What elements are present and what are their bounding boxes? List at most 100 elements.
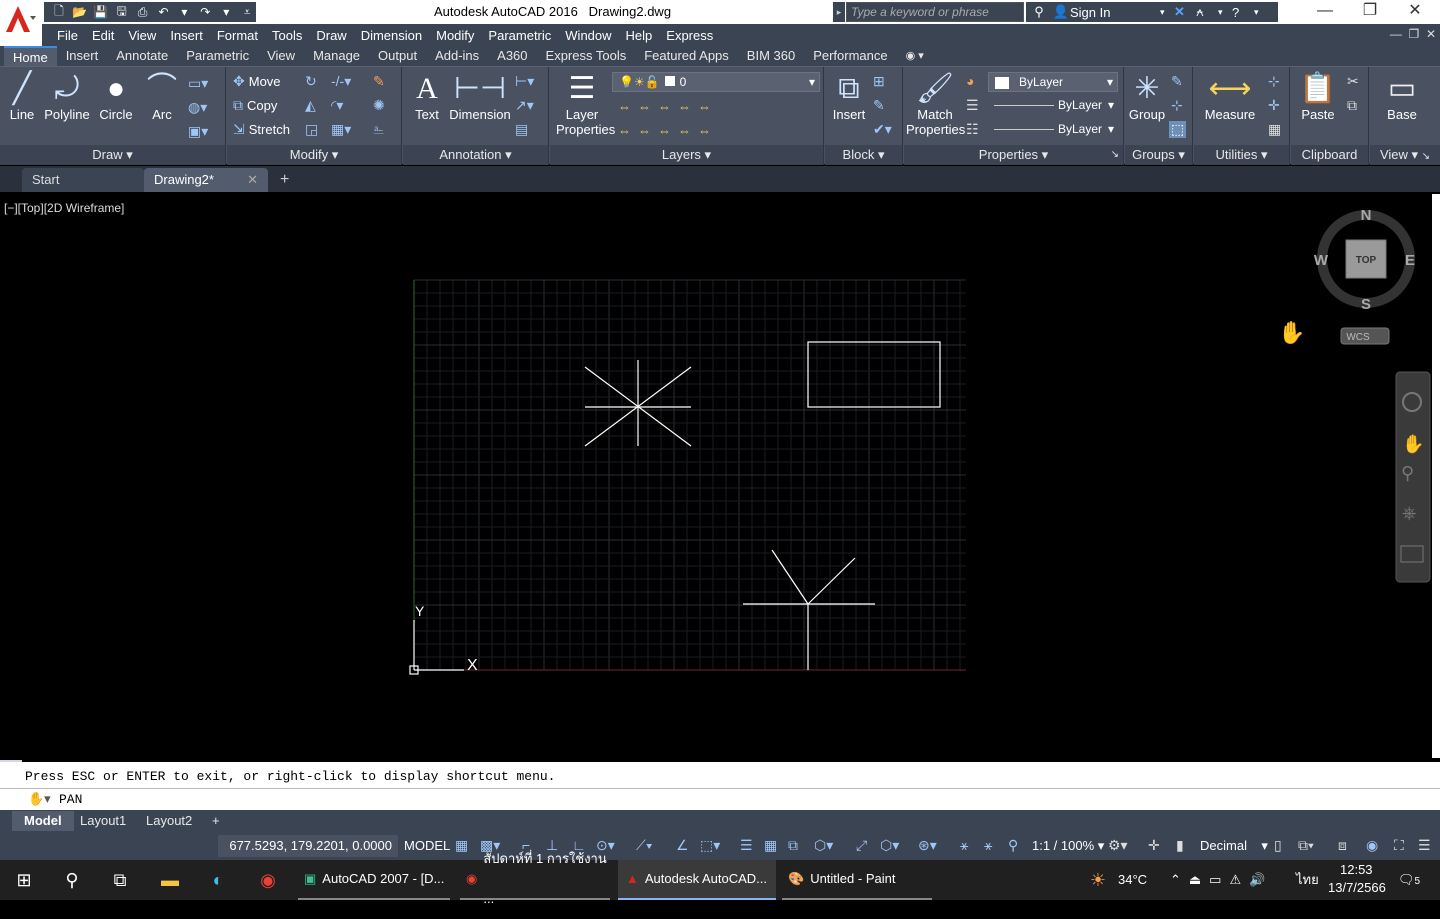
properties-launcher-icon[interactable]: ↘ [1111,145,1119,165]
edit-attributes-button[interactable]: ✔▾ [873,121,892,138]
polyline-button[interactable]: ⤾ Polyline [42,71,92,122]
menu-help[interactable]: Help [619,28,660,43]
selection-cycling-icon[interactable]: ⧉ [788,837,798,854]
layout-tab-layout2[interactable]: Layout2 [134,811,204,831]
undo-dropdown-icon[interactable]: ▾ [175,5,193,19]
taskbar-app-autocad-2007[interactable]: ▣ AutoCAD 2007 - [D... [298,860,450,900]
save-as-icon[interactable]: 🖫 [113,2,131,23]
layout-tab-model[interactable]: Model [12,811,74,831]
quick-select-button[interactable]: ⊹ [1268,73,1280,90]
text-button[interactable]: A Text [409,71,445,122]
ribbon-minimize-icon[interactable]: ◉ ▾ [897,46,933,66]
nav-pan-icon[interactable]: ✋ [1402,433,1424,454]
save-icon[interactable]: 💾 [92,5,110,19]
circle-button[interactable]: ● Circle [96,71,136,122]
redo-dropdown-icon[interactable]: ▾ [217,5,235,19]
menu-window[interactable]: Window [558,28,618,43]
panel-title-modify[interactable]: Modify ▾ [227,145,401,165]
print-icon[interactable]: ⎙ [134,5,152,20]
gizmo-icon[interactable]: ⊛▾ [918,837,937,854]
notification-center[interactable]: 🗨5 [1398,869,1420,891]
vertical-scroll-strip[interactable] [1432,194,1440,758]
units-dropdown[interactable]: Decimal ▾ [1200,835,1268,857]
explode-button[interactable]: ✺ [373,97,385,114]
lineweight-icon-button[interactable]: ☰ [966,97,979,114]
group-edit-button[interactable]: ⊹ [1171,97,1183,114]
application-menu-button[interactable] [0,0,42,46]
panel-title-properties[interactable]: Properties ▾ ↘ [904,145,1123,165]
a360-icon[interactable]: ⍲ [1196,4,1218,20]
annotation-visibility-icon[interactable]: ⚹ [960,837,968,854]
arc-button[interactable]: ⌒ Arc [142,71,182,122]
tab-performance[interactable]: Performance [804,46,896,66]
tab-add-ins[interactable]: Add-ins [426,46,488,66]
close-button[interactable]: ✕ [1392,0,1438,24]
layer-properties-button[interactable]: ☰ Layer Properties [556,71,615,137]
panel-title-block[interactable]: Block ▾ [825,145,902,165]
clean-screen-icon[interactable]: ⛶ [1394,837,1404,854]
add-layout-button[interactable]: + [200,811,232,831]
paste-button[interactable]: 📋 Paste [1297,71,1339,122]
new-tab-button[interactable]: + [274,168,298,192]
undo-icon[interactable]: ↶ [155,5,173,19]
erase-button[interactable]: ✎ [373,73,385,90]
viewport-controls-label[interactable]: [−][Top][2D Wireframe] [4,201,124,215]
y-shape-right-arm[interactable] [807,557,856,605]
rectangle-button[interactable]: ▭▾ [188,75,208,92]
menu-file[interactable]: File [50,28,85,43]
menu-draw[interactable]: Draw [309,28,353,43]
taskbar-app-autocad-2016[interactable]: ▲ Autodesk AutoCAD... [618,860,776,900]
color-dropdown[interactable]: ByLayer ▾ [988,72,1118,92]
menu-dimension[interactable]: Dimension [354,28,429,43]
new-file-icon[interactable]: 🗋 [50,2,68,23]
trim-button[interactable]: -/-▾ [331,73,351,90]
close-tab-icon[interactable]: ✕ [247,168,258,192]
hardware-acceleration-icon[interactable]: ◉ [1366,837,1378,854]
weather-temperature[interactable]: 34°C [1118,869,1147,891]
transparency-icon[interactable]: ▦ [764,837,777,854]
clock-date[interactable]: 13/7/2566 [1328,879,1386,897]
help-icon[interactable]: ? [1232,5,1254,20]
isometric-icon[interactable]: ⟋▾ [636,837,653,854]
object-snap-icon[interactable]: ⬚▾ [700,837,720,854]
panel-title-layers[interactable]: Layers ▾ [550,145,823,165]
sign-in-button[interactable]: Sign In [1070,5,1160,20]
menu-modify[interactable]: Modify [429,28,481,43]
tab-bim-360[interactable]: BIM 360 [738,46,804,66]
clock-time[interactable]: 12:53 [1340,861,1373,879]
y-shape-left-arm[interactable] [771,549,809,605]
search-input[interactable]: Type a keyword or phrase [846,2,1024,22]
linetype-dropdown[interactable]: ByLayer ▾ [988,120,1118,140]
file-tab-start[interactable]: Start [22,168,144,192]
coordinate-display[interactable]: 677.5293, 179.2201, 0.0000 [218,835,398,857]
model-space-svg[interactable]: Y X TOP N S E W WCS ✋ ✋ ⚲ ⎈ [0,194,1432,758]
lineweight-display-icon[interactable]: ☰ [740,837,753,854]
annotation-monitor-icon[interactable]: ✛ [1148,837,1160,854]
tab-express-tools[interactable]: Express Tools [537,46,636,66]
stretch-button[interactable]: ⇲ Stretch [233,121,290,138]
panel-title-view[interactable]: View ▾ ↘ [1370,145,1440,165]
star-shape[interactable] [584,360,692,447]
copy-button[interactable]: ⧉ Copy [233,97,277,114]
tab-annotate[interactable]: Annotate [107,46,177,66]
user-icon[interactable]: 👤 [1052,4,1070,20]
id-point-button[interactable]: ✛ [1268,97,1280,114]
offset-button[interactable]: ⎁ [373,121,384,138]
tab-manage[interactable]: Manage [304,46,369,66]
task-view-icon[interactable]: ⧉ [108,868,132,892]
menu-format[interactable]: Format [210,28,265,43]
tab-a360[interactable]: A360 [488,46,536,66]
panel-title-annotation[interactable]: Annotation ▾ [403,145,548,165]
nav-zoom-icon[interactable]: ⚲ [1401,463,1414,483]
tab-insert[interactable]: Insert [57,46,108,66]
copy-clip-button[interactable]: ⧉ [1347,97,1357,114]
layer-tools-row-1[interactable]: ⇔⇔⇔⇔⇔ [618,99,718,114]
units-icon[interactable]: ▮ [1176,837,1184,854]
panel-title-clipboard[interactable]: Clipboard [1291,145,1368,165]
isolate-objects-icon[interactable]: ⧈ [1338,837,1347,854]
grid-icon[interactable]: ▦ [455,837,468,854]
linear-dim-button[interactable]: ⊢▾ [515,73,534,90]
customization-menu-icon[interactable]: ☰ [1418,837,1431,854]
restore-button[interactable]: ❐ [1347,0,1393,24]
drawing-canvas[interactable]: Y X TOP N S E W WCS ✋ ✋ ⚲ ⎈ [0,194,1432,758]
